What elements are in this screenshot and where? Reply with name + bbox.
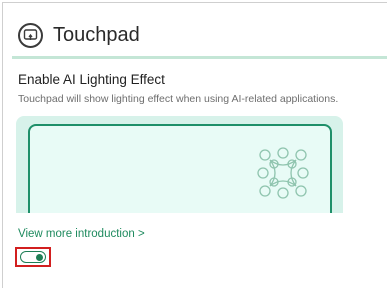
toggle-knob: [36, 253, 43, 261]
ai-lighting-toggle[interactable]: [20, 251, 46, 263]
page-header: Touchpad: [18, 19, 140, 51]
feature-title: Enable AI Lighting Effect: [18, 72, 165, 87]
view-more-introduction-link[interactable]: View more introduction >: [18, 228, 145, 240]
feature-description: Touchpad will show lighting effect when …: [18, 93, 339, 105]
ai-pattern-icon: [257, 147, 309, 199]
page-title: Touchpad: [53, 23, 140, 46]
touchpad-icon: [18, 22, 43, 48]
header-divider: [12, 56, 387, 59]
lighting-preview: [16, 116, 343, 213]
